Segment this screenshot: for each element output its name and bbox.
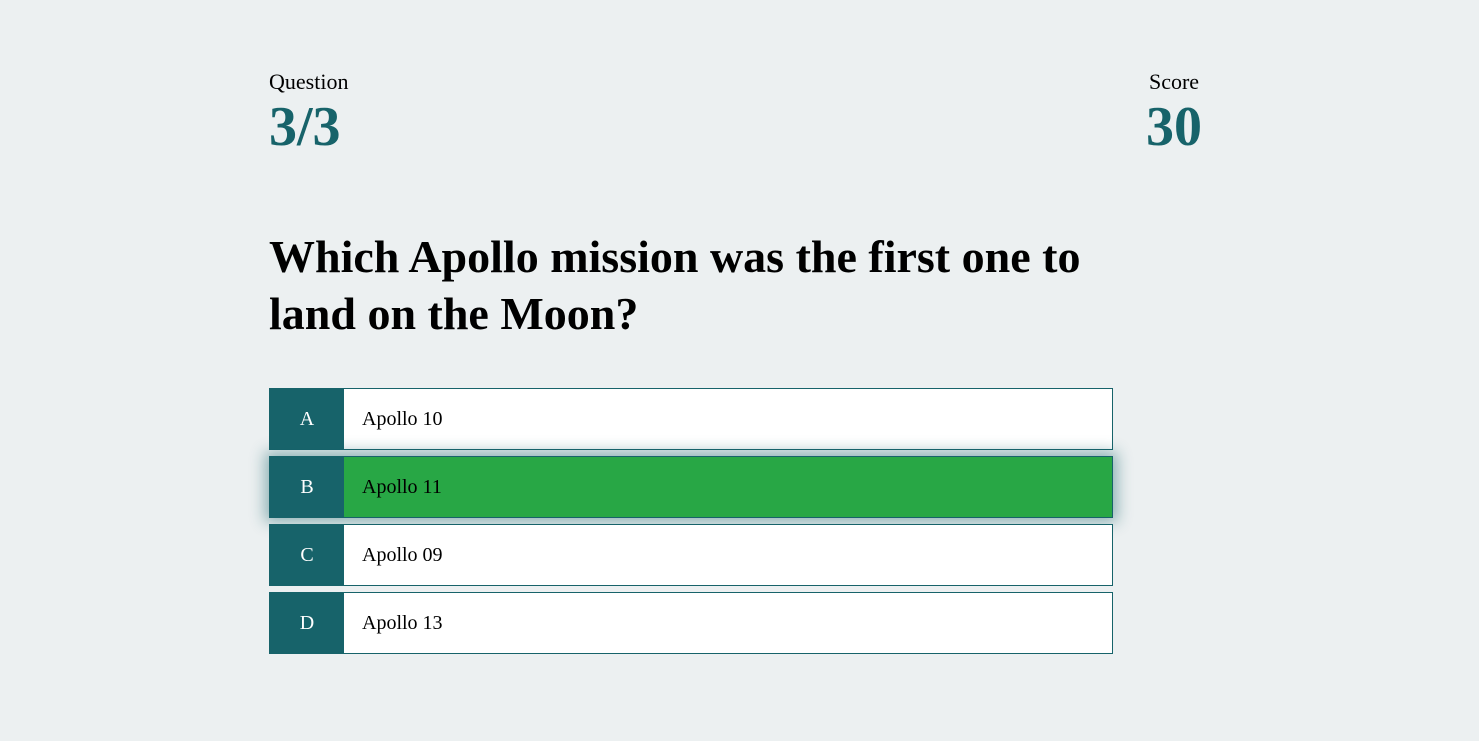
question-counter: Question 3/3 <box>269 68 348 156</box>
answer-label: Apollo 13 <box>362 611 443 634</box>
question-counter-value: 3/3 <box>269 96 341 158</box>
question-text: Which Apollo mission was the first one t… <box>269 231 1081 339</box>
answer-letter: C <box>270 525 344 585</box>
score-display: Score 30 <box>1142 68 1206 156</box>
answer-label: Apollo 11 <box>362 475 442 498</box>
score-label: Score <box>1148 69 1200 94</box>
answer-letter: B <box>270 457 344 517</box>
answer-option-d[interactable]: D Apollo 13 <box>269 592 1113 654</box>
answer-label: Apollo 09 <box>362 543 443 566</box>
answer-letter: A <box>270 389 344 449</box>
quiz-page: Question 3/3 Score 30 Which Apollo missi… <box>0 0 1479 741</box>
answer-label: Apollo 10 <box>362 407 443 430</box>
answer-option-c[interactable]: C Apollo 09 <box>269 524 1113 586</box>
answer-option-a[interactable]: A Apollo 10 <box>269 388 1113 450</box>
answer-option-b[interactable]: B Apollo 11 <box>269 456 1113 518</box>
score-value: 30 <box>1146 96 1202 158</box>
question-counter-label: Question <box>269 69 349 94</box>
answer-list: A Apollo 10 B Apollo 11 C Apollo 09 D Ap… <box>269 388 1113 660</box>
answer-letter: D <box>270 593 344 653</box>
